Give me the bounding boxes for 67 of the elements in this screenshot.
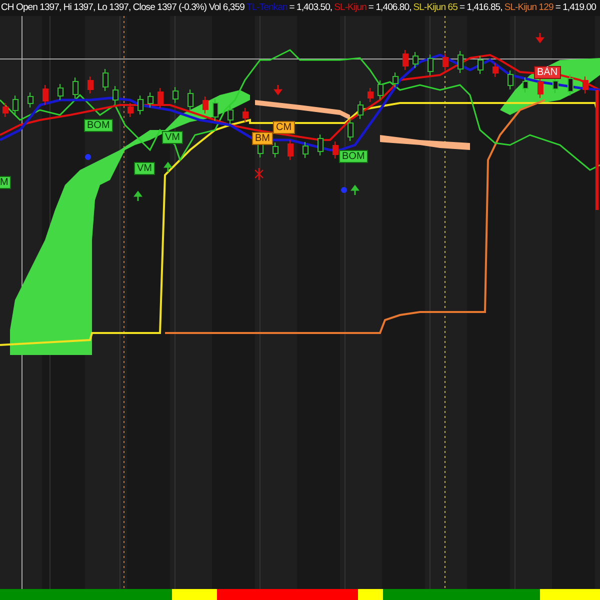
indicator-value: = 1,403.50, [289, 3, 332, 13]
signal-label: BOM [84, 119, 113, 132]
indicator-name: SL-Kijun 129 [504, 3, 554, 13]
candlestick [522, 77, 528, 93]
candlestick [88, 76, 94, 94]
candlestick [538, 78, 544, 98]
arrow-icon [134, 191, 142, 202]
indicator-value: = 1,419.00 [555, 3, 596, 13]
candlestick [582, 76, 588, 94]
asterisk-marker [254, 167, 264, 181]
candlestick [492, 62, 498, 78]
quote-text: CH Open 1397, Hi 1397, Lo 1397, Close 1397 (-0.3%) Vol 6,359 [1, 3, 244, 13]
signal-label: BOM [339, 150, 368, 163]
dot-marker [341, 187, 347, 193]
signal-label: VM [134, 162, 155, 175]
arrow-icon [274, 84, 282, 95]
candlestick [478, 56, 484, 74]
candlestick [12, 95, 18, 115]
candlestick [412, 52, 418, 68]
indicator-name: SL-Kijun [334, 3, 366, 13]
candlestick [348, 118, 354, 142]
indicator-name: TL-Tenkan [246, 3, 288, 13]
candlestick [202, 96, 208, 114]
dot-marker [85, 154, 91, 160]
candlestick [138, 95, 144, 115]
candlestick [368, 88, 374, 102]
candlestick [402, 50, 408, 70]
signal-label: CM [273, 121, 295, 134]
candlestick [242, 108, 248, 122]
candlestick [128, 102, 134, 118]
signal-label: M [0, 176, 12, 189]
candlestick [442, 53, 448, 71]
candlestick [2, 102, 8, 118]
candlestick [172, 86, 178, 104]
arrow-icon [536, 32, 544, 43]
candlestick [358, 100, 364, 120]
candlestick [392, 72, 398, 88]
candlestick [58, 84, 64, 100]
candlestick [552, 76, 558, 94]
candlestick [42, 84, 48, 106]
candlestick [288, 140, 294, 160]
candlestick [318, 134, 324, 156]
indicator-value: = 1,416.85, [459, 3, 502, 13]
arrow-icon [350, 185, 359, 196]
candlestick [378, 80, 384, 100]
candlestick [28, 92, 34, 108]
candlestick [148, 92, 154, 108]
signal-label: BM [252, 132, 273, 145]
candlestick [112, 86, 118, 104]
signal-label: BÁN [534, 66, 561, 79]
candlestick [428, 54, 434, 76]
candlestick [188, 89, 194, 111]
candlestick [212, 98, 218, 122]
indicator-value: = 1,406.80, [368, 3, 412, 13]
candlestick [272, 142, 278, 158]
candlestick [508, 70, 514, 90]
arrow-icon [164, 162, 172, 173]
candlestick [228, 106, 234, 124]
candlestick [302, 142, 308, 158]
signal-label: VM [162, 131, 183, 144]
candlestick [72, 77, 78, 99]
indicator-name: SL-Kijun 65 [413, 3, 458, 13]
candlestick [458, 50, 464, 74]
candlestick [102, 68, 108, 92]
candlestick [568, 74, 574, 96]
candlestick [332, 141, 338, 159]
candlestick [158, 88, 164, 108]
